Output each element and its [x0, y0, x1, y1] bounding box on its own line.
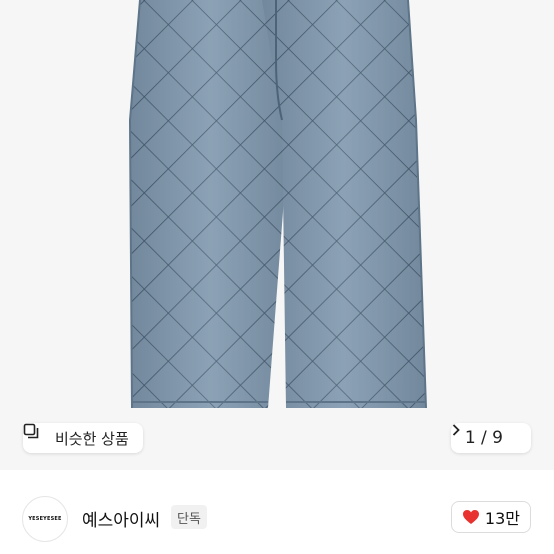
similar-items-icon	[23, 423, 49, 446]
chevron-right-icon	[452, 424, 521, 445]
image-pager[interactable]: 1 / 9	[450, 423, 531, 453]
similar-products-button[interactable]: 비슷한 상품	[23, 423, 143, 453]
product-image-carousel[interactable]: 비슷한 상품 1 / 9	[0, 0, 554, 470]
like-count: 13만	[484, 509, 520, 528]
shop-logo-text: YESEYESEE	[28, 516, 62, 522]
heart-icon	[462, 509, 480, 525]
like-button[interactable]: 13만	[450, 501, 531, 533]
shop-info-row: YESEYESEE 예스아이씨 단독 13만	[0, 470, 554, 554]
shop-avatar[interactable]: YESEYESEE	[22, 496, 68, 542]
exclusive-badge: 단독	[171, 505, 207, 529]
product-image	[128, 0, 427, 409]
similar-products-label: 비슷한 상품	[55, 429, 129, 448]
shop-name[interactable]: 예스아이씨	[82, 506, 160, 531]
image-counter: 1 / 9	[464, 428, 503, 448]
